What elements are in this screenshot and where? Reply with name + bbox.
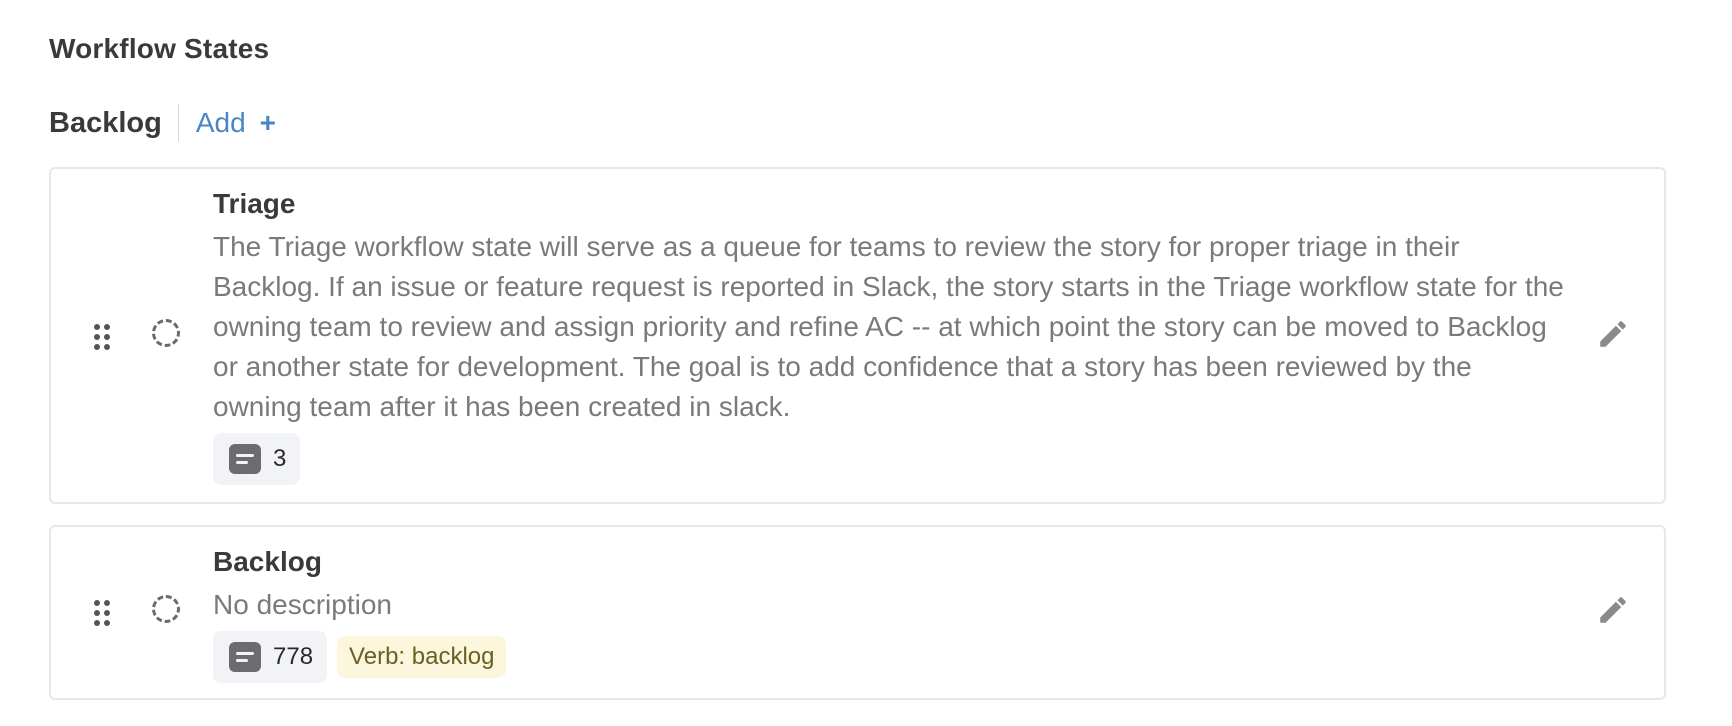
pencil-icon (1600, 597, 1626, 623)
backlog-state-icon (152, 595, 180, 623)
card-content: Triage The Triage workflow state will se… (213, 187, 1564, 485)
state-meta: 3 (213, 433, 1564, 485)
group-name: Backlog (49, 104, 179, 142)
state-title: Triage (213, 188, 296, 219)
verb-badge: Verb: backlog (337, 636, 507, 678)
state-description: The Triage workflow state will serve as … (213, 231, 1564, 422)
story-count-chip[interactable]: 3 (213, 433, 301, 485)
backlog-state-icon (152, 319, 180, 347)
workflow-state-card-backlog: Backlog No description 778 Verb: backlog (49, 525, 1666, 700)
story-icon (229, 642, 261, 672)
state-meta: 778 Verb: backlog (213, 631, 1564, 683)
plus-icon: + (259, 107, 277, 138)
workflow-state-card-triage: Triage The Triage workflow state will se… (49, 167, 1666, 504)
group-header: Backlog Add + (49, 104, 276, 142)
add-state-button[interactable]: Add + (196, 107, 276, 139)
edit-state-button[interactable] (1596, 317, 1630, 351)
story-count: 3 (273, 445, 287, 472)
workflow-states-page: Workflow States Backlog Add + Triage The… (0, 0, 1732, 726)
story-icon (229, 444, 261, 474)
story-count: 778 (273, 643, 314, 670)
drag-handle-icon[interactable] (94, 600, 112, 626)
story-count-chip[interactable]: 778 (213, 631, 328, 683)
state-title: Backlog (213, 546, 322, 577)
edit-state-button[interactable] (1596, 593, 1630, 627)
state-description: No description (213, 589, 392, 620)
pencil-icon (1600, 321, 1626, 347)
add-label: Add (195, 107, 246, 138)
drag-handle-icon[interactable] (94, 324, 112, 350)
section-title: Workflow States (49, 33, 270, 64)
card-content: Backlog No description 778 Verb: backlog (213, 545, 1564, 683)
